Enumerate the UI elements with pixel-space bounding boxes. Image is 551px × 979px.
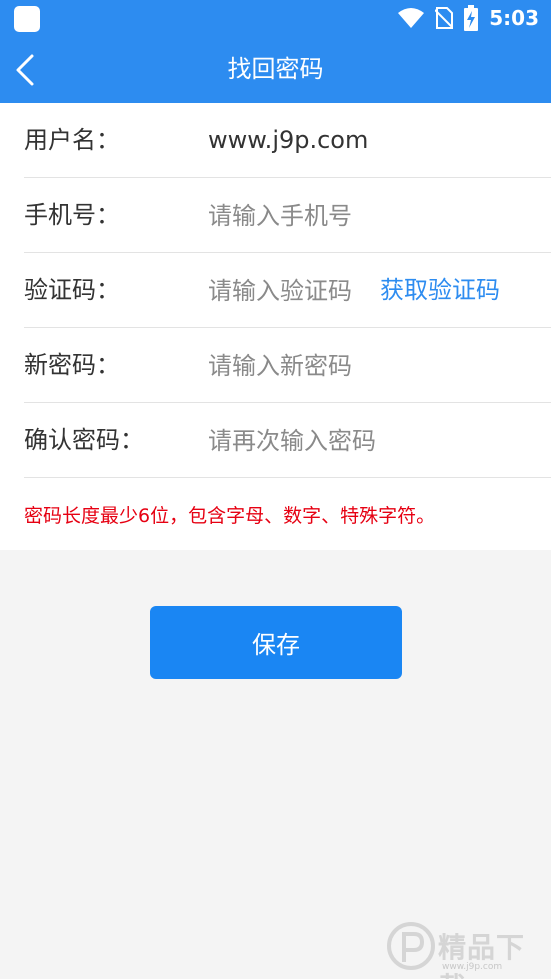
wifi-icon	[398, 8, 425, 28]
confirm-password-label: 确认密码：	[24, 426, 144, 454]
watermark: 精品下载 www.j9p.com	[386, 918, 546, 979]
no-sim-icon	[435, 7, 454, 29]
confirm-password-row: 确认密码：	[0, 403, 551, 478]
new-password-label: 新密码：	[24, 351, 120, 379]
page-title: 找回密码	[227, 55, 324, 83]
code-row: 验证码： 获取验证码	[0, 253, 551, 328]
battery-charging-icon	[464, 5, 479, 31]
save-button[interactable]: 保存	[150, 606, 402, 679]
confirm-password-input[interactable]	[208, 418, 528, 463]
username-label: 用户名：	[24, 126, 120, 154]
get-code-button[interactable]: 获取验证码	[380, 253, 500, 328]
code-label: 验证码：	[24, 276, 120, 304]
nav-bar: 找回密码	[0, 36, 551, 103]
status-time: 5:03	[489, 6, 539, 30]
new-password-row: 新密码：	[0, 328, 551, 403]
password-hint: 密码长度最少6位，包含字母、数字、特殊字符。	[24, 505, 436, 527]
status-icons: 5:03	[397, 5, 539, 31]
new-password-input[interactable]	[208, 343, 528, 388]
phone-input[interactable]	[208, 193, 528, 238]
phone-row: 手机号：	[0, 178, 551, 253]
code-input[interactable]	[208, 268, 373, 313]
watermark-logo-icon	[387, 922, 435, 970]
phone-label: 手机号：	[24, 201, 120, 229]
recover-password-form: 用户名： www.j9p.com 手机号： 验证码： 获取验证码 新密码： 确认…	[0, 103, 551, 550]
username-row: 用户名： www.j9p.com	[0, 103, 551, 178]
app-icon	[14, 6, 40, 32]
divider	[24, 477, 551, 478]
watermark-url: www.j9p.com	[442, 962, 503, 972]
status-bar: 5:03	[0, 0, 551, 36]
username-value: www.j9p.com	[208, 126, 369, 154]
